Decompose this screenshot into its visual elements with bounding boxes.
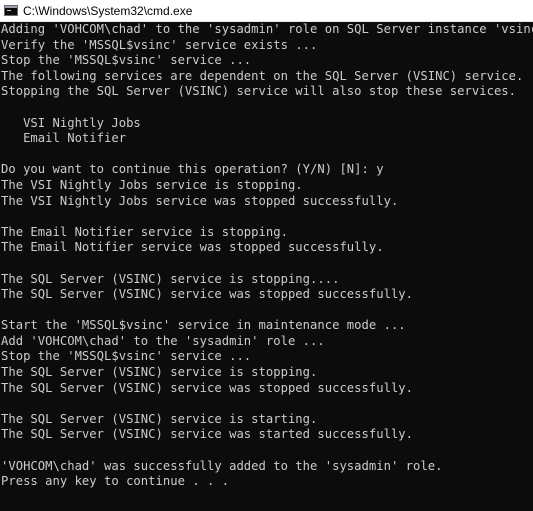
console-line: Press any key to continue . . . [1, 474, 230, 489]
window-title: C:\Windows\System32\cmd.exe [23, 3, 193, 18]
console-line: The SQL Server (VSINC) service is stoppi… [1, 271, 340, 286]
console-line: Do you want to continue this operation? … [1, 162, 384, 177]
console-output[interactable]: Adding 'VOHCOM\chad' to the 'sysadmin' r… [0, 22, 533, 511]
console-line: The Email Notifier service is stopping. [1, 224, 288, 239]
console-line: Verify the 'MSSQL$vsinc' service exists … [1, 37, 318, 52]
console-line: The VSI Nightly Jobs service is stopping… [1, 177, 303, 192]
title-bar[interactable]: C:\Windows\System32\cmd.exe [0, 0, 533, 22]
console-line: The SQL Server (VSINC) service was stopp… [1, 287, 414, 302]
console-line: VSI Nightly Jobs [1, 115, 141, 130]
console-line: Email Notifier [1, 131, 127, 146]
console-line: 'VOHCOM\chad' was successfully added to … [1, 458, 443, 473]
console-line: The SQL Server (VSINC) service was stopp… [1, 380, 414, 395]
console-line: Start the 'MSSQL$vsinc' service in maint… [1, 318, 406, 333]
console-line: The SQL Server (VSINC) service is stoppi… [1, 365, 318, 380]
console-line: Stop the 'MSSQL$vsinc' service ... [1, 349, 252, 364]
console-line: The SQL Server (VSINC) service is starti… [1, 411, 318, 426]
console-line: The following services are dependent on … [1, 68, 524, 83]
console-line: The Email Notifier service was stopped s… [1, 240, 384, 255]
console-line: Stop the 'MSSQL$vsinc' service ... [1, 53, 252, 68]
console-line: Adding 'VOHCOM\chad' to the 'sysadmin' r… [1, 22, 533, 36]
console-line: The VSI Nightly Jobs service was stopped… [1, 193, 399, 208]
cmd-window: C:\Windows\System32\cmd.exe Adding 'VOHC… [0, 0, 533, 511]
console-line: Add 'VOHCOM\chad' to the 'sysadmin' role… [1, 333, 325, 348]
cmd-icon [4, 5, 18, 16]
console-line: The SQL Server (VSINC) service was start… [1, 427, 414, 442]
console-line: Stopping the SQL Server (VSINC) service … [1, 84, 517, 99]
